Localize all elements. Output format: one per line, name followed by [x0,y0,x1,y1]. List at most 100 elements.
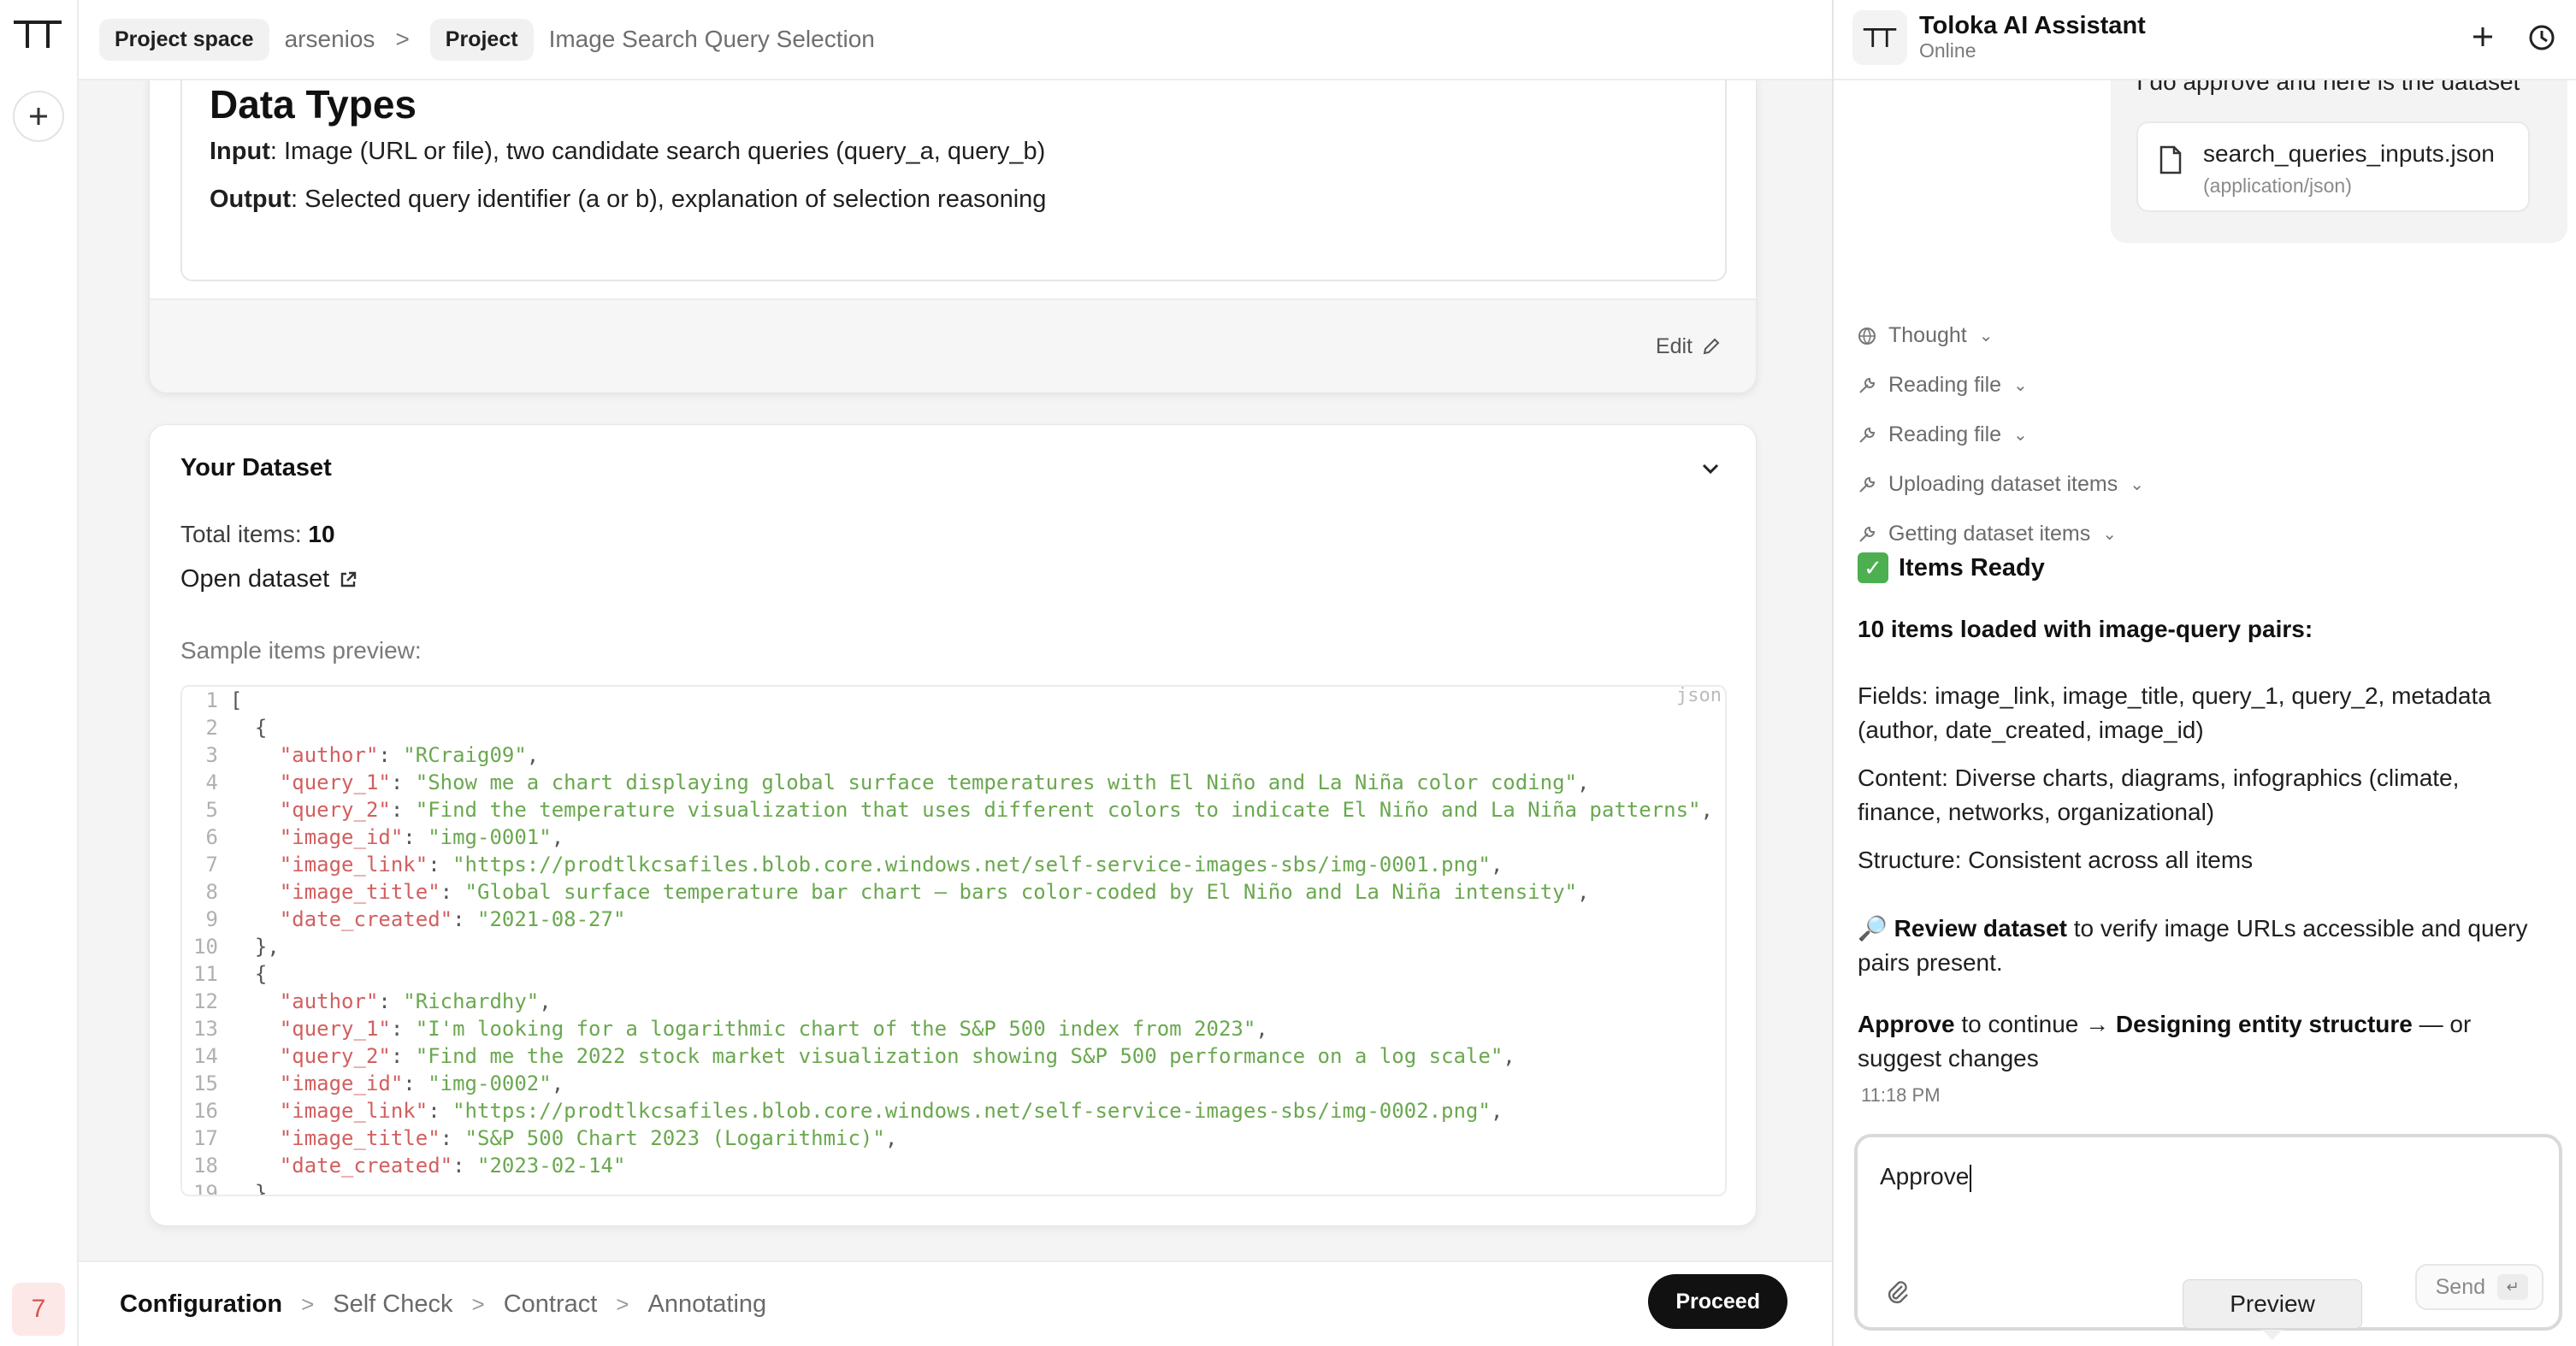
input-label: Input [210,138,270,165]
json-key: "query_2" [279,1044,391,1068]
code-line: 11 { [182,960,1725,988]
json-colon: : [452,1154,477,1178]
project-space-name[interactable]: arsenios [285,26,375,53]
tool-row-uploading[interactable]: Uploading dataset items ⌄ [1858,472,2144,497]
tool-row-thought[interactable]: Thought ⌄ [1858,323,1994,348]
json-key: "author" [279,989,379,1013]
json-punct: [ [230,688,243,712]
check-mark-icon: ✓ [1858,552,1888,583]
dataset-title: Your Dataset [180,454,332,481]
json-key: "date_created" [279,1154,453,1178]
sample-items-label: Sample items preview: [180,637,422,664]
file-icon [2159,145,2182,174]
json-value: "Find me the 2022 stock market visualiza… [415,1044,1504,1068]
edit-button[interactable]: Edit [150,298,1756,393]
code-line: 14 "query_2": "Find me the 2022 stock ma… [182,1042,1725,1070]
code-line: 1[ [182,687,1725,714]
json-colon: : [403,1071,428,1095]
step-annotating[interactable]: Annotating [647,1290,766,1319]
assistant-status: Online [1919,39,1976,62]
line-number: 15 [193,1071,218,1095]
line-number: 6 [205,825,218,849]
code-line: 9 "date_created": "2021-08-27" [182,906,1725,933]
line-number: 8 [205,880,218,904]
proceed-button[interactable]: Proceed [1648,1274,1787,1329]
json-key: "query_2" [279,798,391,822]
assistant-logo [1852,10,1907,65]
project-space-chip[interactable]: Project space [99,18,269,61]
json-value: "img-0001" [428,825,552,849]
code-language-label: json [1676,685,1722,706]
json-key: "query_1" [279,1017,391,1041]
json-key: "date_created" [279,907,453,931]
step-configuration[interactable]: Configuration [120,1290,282,1319]
json-key: "image_id" [279,825,404,849]
project-name[interactable]: Image Search Query Selection [549,26,875,53]
step-self-check[interactable]: Self Check [333,1290,452,1319]
code-text: "image_title": "S&P 500 Chart 2023 (Loga… [230,1125,897,1152]
chat-input[interactable]: Approve [1880,1163,1972,1192]
json-key: "author" [279,743,379,767]
toloka-logo-icon[interactable] [10,17,65,51]
total-items: Total items: 10 [180,521,335,548]
code-line: 16 "image_link": "https://prodtlkcsafile… [182,1097,1725,1125]
json-punct: , [1576,770,1590,794]
line-number: 9 [205,907,218,931]
tool-row-reading-file[interactable]: Reading file ⌄ [1858,373,2028,398]
line-number: 16 [193,1099,218,1123]
code-text: "image_link": "https://prodtlkcsafiles.b… [230,1097,1503,1125]
send-button[interactable]: Send ↵ [2414,1264,2544,1310]
json-value: "Show me a chart displaying global surfa… [415,770,1577,794]
line-number: 10 [193,935,218,959]
paperclip-icon[interactable] [1883,1278,1912,1307]
enter-key-icon: ↵ [2497,1274,2528,1300]
output-label: Output [210,186,292,213]
message-timestamp: 11:18 PM [1861,1084,1941,1106]
breadcrumb-separator-icon: > [395,26,410,52]
json-colon: : [390,1044,416,1068]
code-text: "query_1": "Show me a chart displaying g… [230,769,1590,796]
json-punct: { [254,962,268,986]
input-text: : Image (URL or file), two candidate sea… [269,138,1046,165]
code-line: 2 { [182,714,1725,741]
json-colon: : [428,853,453,877]
json-preview[interactable]: json 1[2 {3 "author": "RCraig09", 4 "quer… [180,685,1727,1196]
code-text: "author": "RCraig09", [230,741,539,769]
tool-row-reading-file[interactable]: Reading file ⌄ [1858,422,2028,447]
user-avatar[interactable]: 7 [12,1283,65,1336]
json-punct: }, [254,935,280,959]
preview-tooltip: Preview [2183,1279,2362,1340]
line-number: 1 [205,688,218,712]
step-contract[interactable]: Contract [504,1290,598,1319]
json-punct: , [1256,1017,1268,1041]
code-line: 8 "image_title": "Global surface tempera… [182,878,1725,906]
code-line: 13 "query_1": "I'm looking for a logarit… [182,1015,1725,1042]
history-clock-icon[interactable] [2526,22,2557,53]
line-number: 14 [193,1044,218,1068]
json-punct: , [1503,1044,1515,1068]
tool-row-getting[interactable]: Getting dataset items ⌄ [1858,522,2117,546]
chevron-down-icon: ⌄ [1978,327,1994,345]
new-chat-plus-icon[interactable] [2468,22,2497,51]
assistant-title: Toloka AI Assistant [1919,12,2146,39]
code-line: 17 "image_title": "S&P 500 Chart 2023 (L… [182,1125,1725,1152]
project-chip[interactable]: Project [429,18,534,61]
open-dataset-link[interactable]: Open dataset [180,565,358,593]
attached-file-chip[interactable]: search_queries_inputs.json (application/… [2136,121,2530,212]
line-number: 19 [193,1181,218,1196]
json-punct: }, [254,1181,280,1196]
code-text: "date_created": "2021-08-27" [230,906,626,933]
line-number: 5 [205,798,218,822]
collapse-chevron-icon[interactable] [1699,458,1722,480]
code-body: 1[2 {3 "author": "RCraig09", 4 "query_1":… [182,687,1725,1196]
line-number: 18 [193,1154,218,1178]
json-key: "image_title" [279,880,440,904]
new-project-button[interactable] [13,91,64,142]
total-items-value: 10 [308,521,335,547]
wrench-icon [1859,526,1876,542]
json-colon: : [390,1017,416,1041]
left-rail: 7 [0,0,79,1346]
json-punct: , [539,989,552,1013]
code-text: "date_created": "2023-02-14" [230,1152,626,1179]
text-caret [1970,1164,1972,1192]
